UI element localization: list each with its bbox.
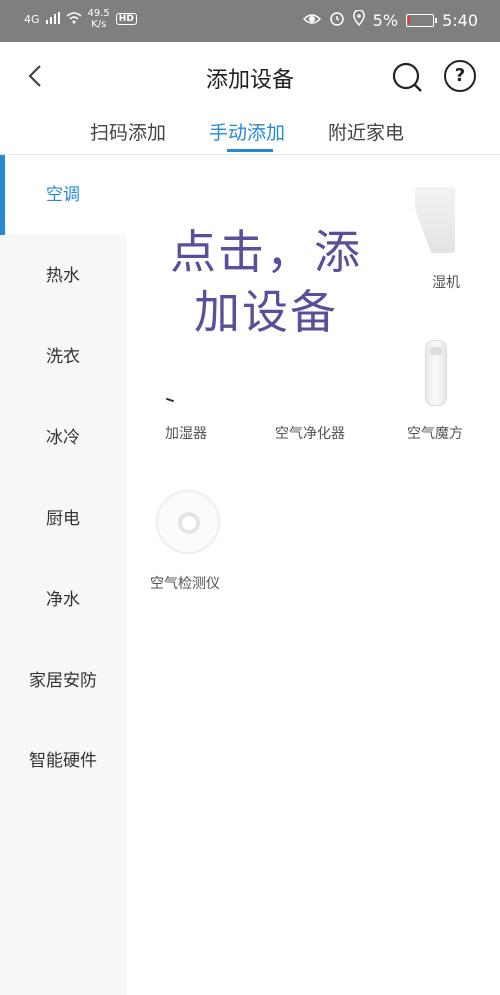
hd-badge: HD <box>115 13 137 25</box>
air-cube-image[interactable] <box>425 340 447 406</box>
battery-icon <box>406 13 438 27</box>
status-right: 5% 5:40 <box>302 9 478 30</box>
sidebar-item-label: 空调 <box>46 185 80 205</box>
tab-nearby-appliances[interactable]: 附近家电 <box>328 118 404 145</box>
sidebar-item-laundry[interactable]: 洗衣 <box>0 317 126 397</box>
status-bar: 4G 49.5 K/s HD 5% 5:40 <box>0 0 500 42</box>
category-sidebar: 空调 热水 洗衣 冰冷 厨电 净水 家居安防 智能硬件 <box>0 155 126 995</box>
tab-bar: 扫码添加 手动添加 附近家电 <box>0 112 500 155</box>
air-detector-image[interactable] <box>157 491 219 553</box>
location-icon <box>352 9 365 30</box>
signal-icon <box>45 11 60 27</box>
sidebar-item-label: 冰冷 <box>46 428 80 448</box>
overlay-annotation: 点击，添 加设备 <box>157 222 375 342</box>
clock: 5:40 <box>442 10 478 30</box>
tab-scan-add[interactable]: 扫码添加 <box>90 118 166 145</box>
eye-icon <box>302 11 321 30</box>
sidebar-item-air-conditioner[interactable]: 空调 <box>0 155 126 235</box>
sidebar-item-label: 热水 <box>46 266 80 286</box>
device-label-air-purifier[interactable]: 空气净化器 <box>275 423 345 443</box>
wifi-icon <box>66 11 82 27</box>
sidebar-item-label: 洗衣 <box>46 347 80 367</box>
network-speed: 49.5 K/s <box>88 8 110 30</box>
sidebar-item-home-security[interactable]: 家居安防 <box>0 641 126 721</box>
app-header: 添加设备 ? <box>0 42 500 112</box>
sidebar-item-kitchen[interactable]: 厨电 <box>0 479 126 559</box>
device-label-humidifier[interactable]: 加湿器 <box>165 423 207 443</box>
active-tab-indicator <box>227 149 273 152</box>
status-left: 4G 49.5 K/s HD <box>24 8 137 30</box>
sidebar-item-water-heater[interactable]: 热水 <box>0 236 126 316</box>
speed-value: 49.5 <box>87 8 110 19</box>
dehumidifier-image[interactable] <box>415 187 455 253</box>
sidebar-item-label: 家居安防 <box>29 671 97 691</box>
device-label-dehumidifier[interactable]: 湿机 <box>432 272 460 292</box>
active-category-indicator <box>0 155 5 235</box>
sidebar-item-refrigeration[interactable]: 冰冷 <box>0 398 126 478</box>
page-title: 添加设备 <box>205 68 294 93</box>
tab-manual-add[interactable]: 手动添加 <box>209 118 285 145</box>
alarm-icon <box>329 10 345 30</box>
device-label-air-detector[interactable]: 空气检测仪 <box>150 573 220 593</box>
overlay-line-2: 加设备 <box>194 285 338 339</box>
device-label-air-cube[interactable]: 空气魔方 <box>407 423 463 443</box>
sidebar-item-label: 厨电 <box>46 509 80 529</box>
speed-unit: K/s <box>91 19 107 30</box>
sidebar-item-water-purifier[interactable]: 净水 <box>0 560 126 640</box>
network-type: 4G <box>24 12 40 26</box>
help-icon[interactable]: ? <box>444 60 476 92</box>
search-icon[interactable] <box>390 60 424 94</box>
humidifier-image[interactable] <box>165 397 175 403</box>
overlay-line-1: 点击，添 <box>170 225 362 279</box>
sidebar-item-label: 净水 <box>46 590 80 610</box>
sidebar-item-smart-hardware[interactable]: 智能硬件 <box>0 721 126 801</box>
battery-percent: 5% <box>372 10 399 30</box>
sidebar-item-label: 智能硬件 <box>29 751 97 771</box>
